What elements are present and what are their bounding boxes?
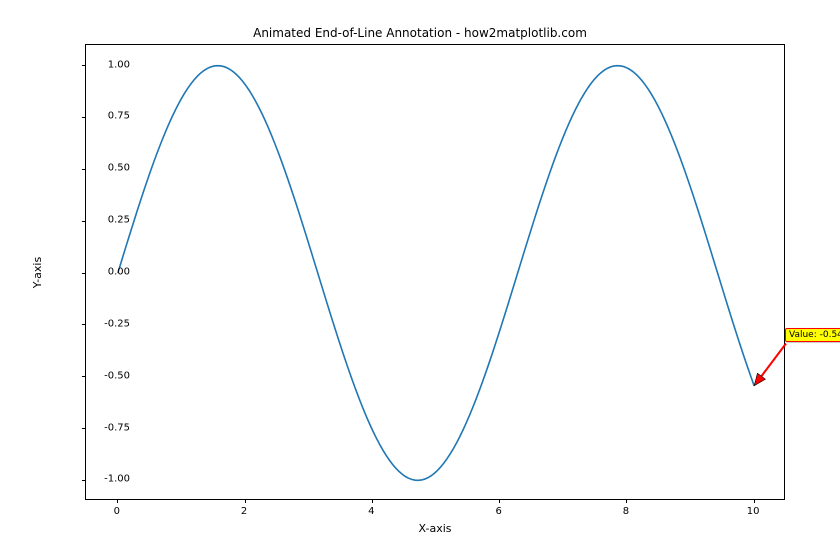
x-tick [372, 499, 373, 503]
y-tick-label: -1.00 [104, 474, 130, 485]
x-tick [117, 499, 118, 503]
x-tick [626, 499, 627, 503]
y-tick [82, 169, 86, 170]
x-tick-label: 4 [368, 506, 374, 517]
y-tick [82, 65, 86, 66]
y-tick-label: 0.25 [108, 215, 130, 226]
y-tick-label: -0.50 [104, 370, 130, 381]
y-tick-label: 0.50 [108, 163, 130, 174]
line-plot-svg [86, 45, 786, 501]
y-tick-label: 0.00 [108, 267, 130, 278]
annotation-arrow-head [754, 373, 765, 386]
x-tick [245, 499, 246, 503]
y-tick [82, 480, 86, 481]
y-tick [82, 324, 86, 325]
figure: Animated End-of-Line Annotation - how2ma… [0, 0, 840, 560]
y-tick-label: -0.75 [104, 422, 130, 433]
x-tick-label: 10 [747, 506, 760, 517]
y-axis-label: Y-axis [32, 44, 44, 500]
annotation-label: Value: -0.54 [785, 328, 840, 342]
y-tick-label: 0.75 [108, 111, 130, 122]
x-tick-label: 2 [241, 506, 247, 517]
y-tick [82, 428, 86, 429]
y-tick [82, 117, 86, 118]
x-tick [499, 499, 500, 503]
y-tick [82, 273, 86, 274]
plot-area [85, 44, 785, 500]
x-axis-label: X-axis [85, 522, 785, 535]
x-tick-label: 0 [114, 506, 120, 517]
x-tick-label: 8 [623, 506, 629, 517]
chart-title: Animated End-of-Line Annotation - how2ma… [0, 26, 840, 40]
x-tick-label: 6 [495, 506, 501, 517]
y-tick [82, 376, 86, 377]
y-tick [82, 221, 86, 222]
annotation-arrow-body [760, 343, 786, 377]
data-line [118, 66, 754, 481]
x-tick [754, 499, 755, 503]
y-tick-label: 1.00 [108, 59, 130, 70]
y-tick-label: -0.25 [104, 318, 130, 329]
